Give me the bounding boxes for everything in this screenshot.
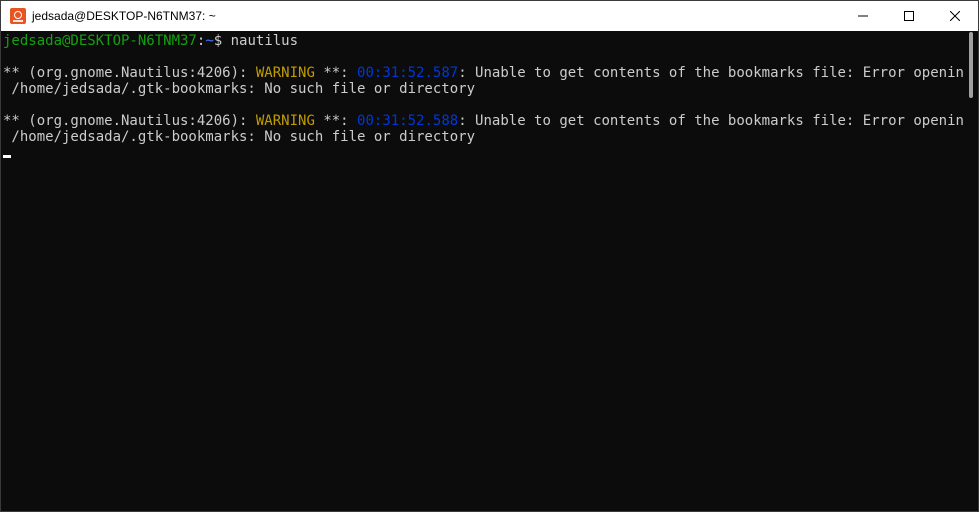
command-text: nautilus: [230, 33, 299, 49]
prompt-line: jedsada@DESKTOP-N6TNM37:~$ nautilus: [3, 33, 298, 49]
prompt-user-host: jedsada@DESKTOP-N6TNM37: [3, 33, 197, 49]
warning-line: ** (org.gnome.Nautilus:4206): WARNING **…: [3, 113, 979, 129]
close-button[interactable]: [932, 1, 978, 31]
text-cursor: [3, 155, 11, 158]
warning-separator: **:: [314, 113, 358, 129]
close-icon: [950, 11, 960, 21]
warning-text: : Unable to get contents of the bookmark…: [458, 65, 979, 81]
warning-prefix: ** (org.gnome.Nautilus:4206):: [3, 113, 256, 129]
terminal-output[interactable]: jedsada@DESKTOP-N6TNM37:~$ nautilus ** (…: [1, 31, 972, 511]
warning-continuation-line: /home/jedsada/.gtk-bookmarks: No such fi…: [3, 81, 476, 97]
scrollbar-thumb[interactable]: [969, 32, 973, 98]
ubuntu-terminal-icon[interactable]: [10, 8, 26, 24]
warning-level: WARNING: [255, 65, 315, 81]
warning-timestamp: 00:31:52.588: [357, 113, 459, 129]
warning-timestamp: 00:31:52.587: [357, 65, 459, 81]
title-bar[interactable]: jedsada@DESKTOP-N6TNM37: ~: [1, 1, 978, 31]
warning-separator: **:: [314, 65, 358, 81]
window-controls: [840, 1, 978, 31]
maximize-icon: [904, 11, 914, 21]
terminal-window: jedsada@DESKTOP-N6TNM37: ~ jedsada@DESKT…: [0, 0, 979, 512]
warning-continuation-line: /home/jedsada/.gtk-bookmarks: No such fi…: [3, 129, 476, 145]
warning-line: ** (org.gnome.Nautilus:4206): WARNING **…: [3, 65, 979, 81]
prompt-symbol: $: [213, 33, 231, 49]
warning-text: : Unable to get contents of the bookmark…: [458, 113, 979, 129]
vertical-scrollbar[interactable]: [964, 31, 978, 511]
prompt-path: ~: [205, 33, 214, 49]
minimize-icon: [858, 15, 868, 17]
maximize-button[interactable]: [886, 1, 932, 31]
minimize-button[interactable]: [840, 1, 886, 31]
window-title: jedsada@DESKTOP-N6TNM37: ~: [32, 9, 216, 23]
warning-level: WARNING: [255, 113, 315, 129]
warning-prefix: ** (org.gnome.Nautilus:4206):: [3, 65, 256, 81]
